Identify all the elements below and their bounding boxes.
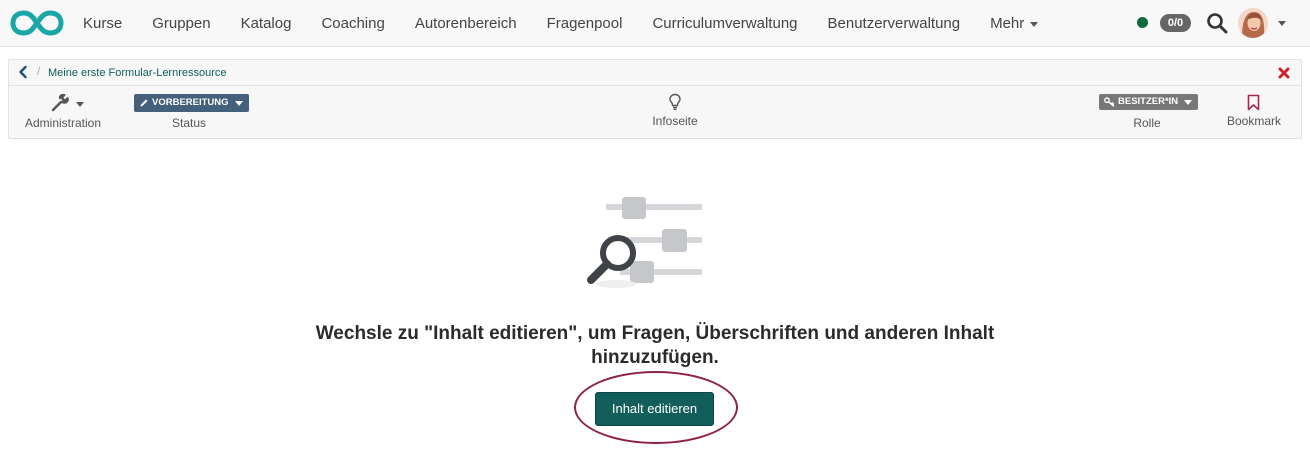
nav-item-coaching[interactable]: Coaching [306, 0, 399, 47]
status-dropdown[interactable]: VORBEREITUNG [134, 94, 249, 112]
bookmark-tool[interactable]: Bookmark [1219, 87, 1289, 139]
chevron-down-icon [1030, 21, 1039, 27]
user-portrait-icon [1238, 8, 1268, 38]
nav-item-benutzerverwaltung[interactable]: Benutzerverwaltung [813, 0, 976, 47]
breadcrumb-current[interactable]: Meine erste Formular-Lernressource [48, 67, 227, 79]
notification-count-badge[interactable]: 0/0 [1160, 14, 1191, 32]
nav-item-autorenbereich[interactable]: Autorenbereich [400, 0, 532, 47]
main-nav: Kurse Gruppen Katalog Coaching Autorenbe… [68, 0, 1053, 47]
administration-tool[interactable]: Administration [9, 87, 117, 139]
edit-content-button[interactable]: Inhalt editieren [595, 392, 714, 426]
role-dropdown[interactable]: BESITZER*IN [1099, 94, 1199, 110]
lightbulb-icon [669, 93, 681, 111]
status-tool[interactable]: VORBEREITUNG Status [127, 87, 251, 139]
nav-item-label: Kurse [83, 15, 123, 32]
nav-item-label: Gruppen [152, 15, 211, 32]
nav-item-gruppen[interactable]: Gruppen [137, 0, 225, 47]
empty-state-message: Wechsle zu "Inhalt editieren", um Fragen… [315, 323, 995, 368]
nav-item-katalog[interactable]: Katalog [226, 0, 307, 47]
status-label: Status [171, 116, 207, 130]
wrench-icon [51, 94, 69, 112]
nav-item-label: Katalog [240, 15, 292, 32]
nav-item-label: Fragenpool [546, 15, 623, 32]
nav-item-label: Coaching [321, 15, 385, 32]
nav-item-curriculumverwaltung[interactable]: Curriculumverwaltung [637, 0, 812, 47]
infopage-tool[interactable]: Infoseite [619, 87, 731, 139]
infinity-logo-icon[interactable] [10, 9, 64, 37]
nav-item-label: Curriculumverwaltung [652, 15, 798, 32]
chevron-down-icon [1184, 99, 1193, 105]
nav-item-kurse[interactable]: Kurse [68, 0, 137, 47]
infopage-label: Infoseite [652, 114, 698, 128]
nav-item-label: Autorenbereich [414, 15, 517, 32]
breadcrumb: / Meine erste Formular-Lernressource [9, 60, 1301, 86]
chevron-down-icon [234, 100, 243, 106]
breadcrumb-separator: / [37, 66, 41, 78]
nav-item-mehr[interactable]: Mehr [975, 0, 1053, 47]
bookmark-icon [1247, 94, 1260, 111]
pencil-icon [140, 99, 148, 107]
search-icon[interactable] [1206, 12, 1228, 34]
chevron-left-icon[interactable] [17, 65, 29, 79]
key-icon [1104, 97, 1115, 107]
resource-toolbar-panel: / Meine erste Formular-Lernressource Adm… [8, 59, 1302, 139]
empty-form-illustration-icon [587, 197, 702, 288]
top-navbar: Kurse Gruppen Katalog Coaching Autorenbe… [0, 0, 1310, 47]
online-status-indicator[interactable] [1137, 17, 1148, 28]
nav-item-label: Benutzerverwaltung [827, 15, 961, 32]
administration-label: Administration [24, 116, 102, 130]
nav-item-label: Mehr [990, 15, 1025, 32]
role-value: BESITZER*IN [1118, 96, 1179, 107]
close-icon[interactable] [1277, 66, 1291, 80]
role-tool[interactable]: BESITZER*IN Rolle [1089, 87, 1205, 139]
bookmark-label: Bookmark [1226, 114, 1282, 128]
chevron-down-icon [76, 102, 84, 107]
nav-item-fragenpool[interactable]: Fragenpool [532, 0, 638, 47]
chevron-down-icon[interactable] [1278, 21, 1286, 26]
user-avatar[interactable] [1238, 8, 1268, 38]
role-label: Rolle [1133, 116, 1161, 130]
status-value: VORBEREITUNG [152, 97, 229, 108]
